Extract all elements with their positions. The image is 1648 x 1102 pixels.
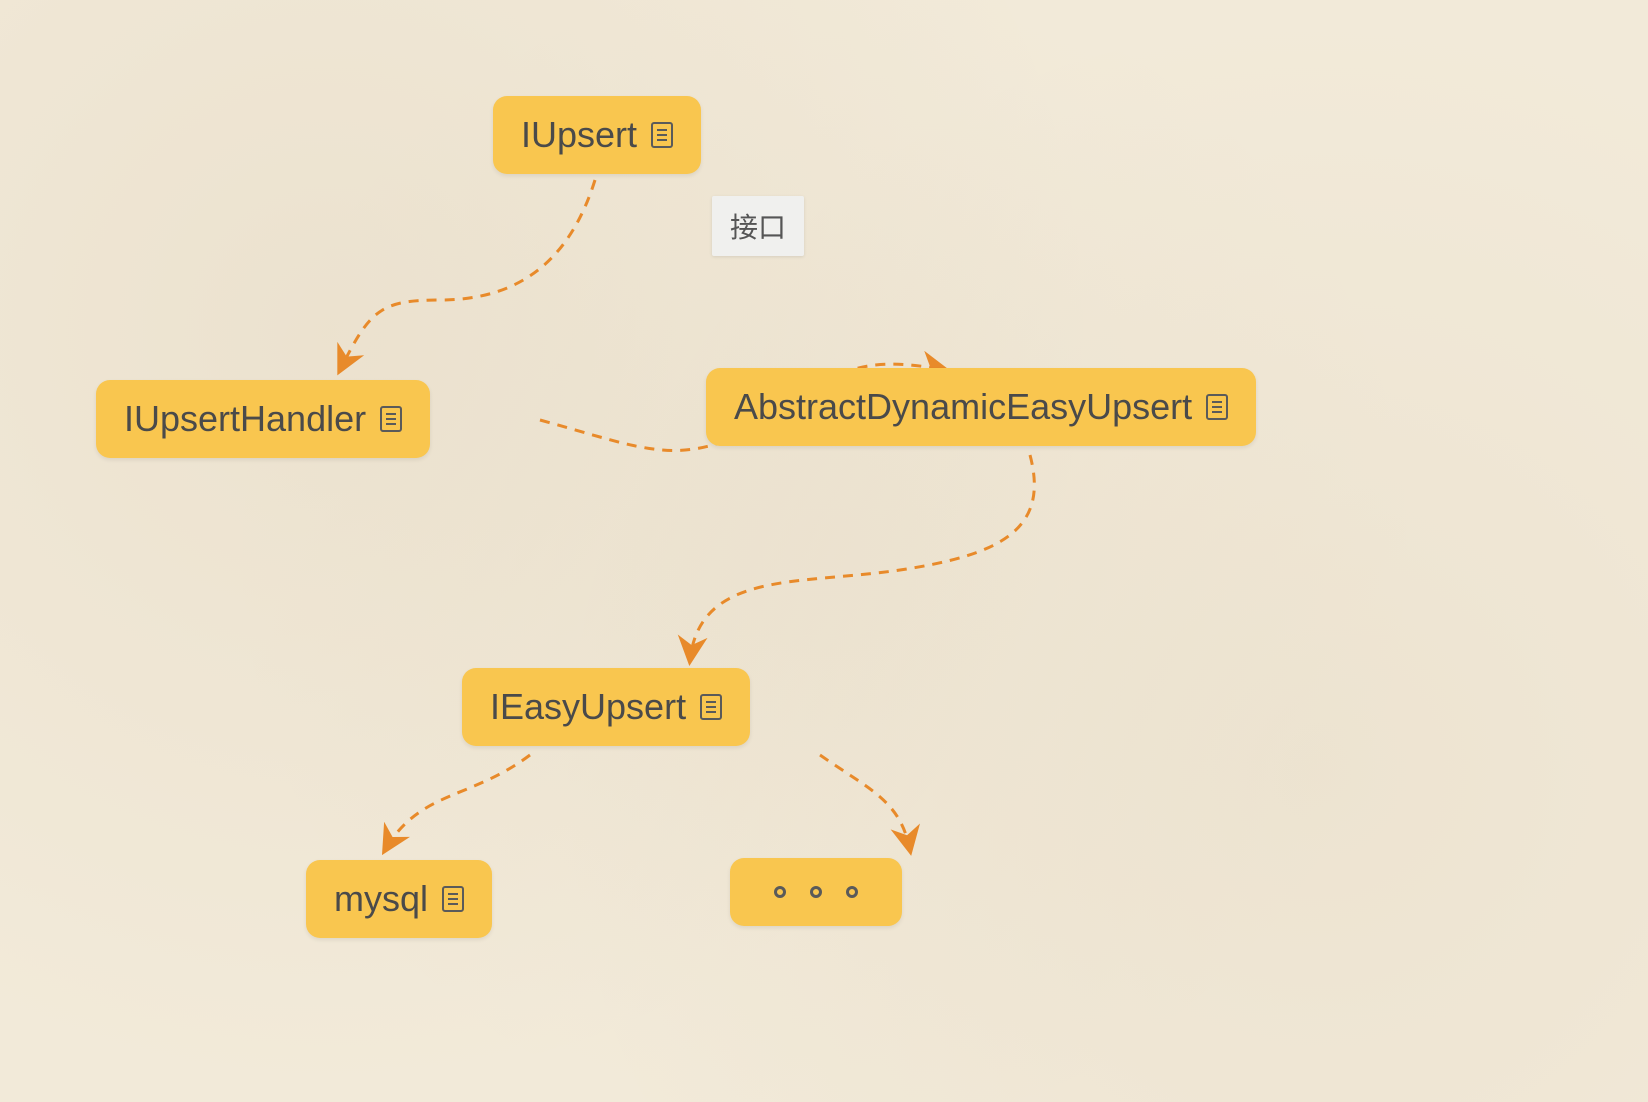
node-label: IUpsert — [521, 114, 637, 156]
arrow-iupsert-to-iupserthandler — [340, 180, 595, 370]
arrow-ieasyupsert-to-ellipsis — [820, 755, 910, 850]
node-label: mysql — [334, 878, 428, 920]
node-label: IUpsertHandler — [124, 398, 366, 440]
node-mysql[interactable]: mysql — [306, 860, 492, 938]
note-icon — [380, 406, 402, 432]
node-iupsert[interactable]: IUpsert — [493, 96, 701, 174]
node-label: AbstractDynamicEasyUpsert — [734, 386, 1192, 428]
arrows-layer — [0, 0, 1648, 1102]
ellipsis-dot — [774, 886, 786, 898]
node-abstractdynamic[interactable]: AbstractDynamicEasyUpsert — [706, 368, 1256, 446]
tooltip-text: 接口 — [730, 212, 786, 243]
ellipsis-dot — [846, 886, 858, 898]
node-iupserthandler[interactable]: IUpsertHandler — [96, 380, 430, 458]
tooltip-interface: 接口 — [712, 196, 804, 256]
note-icon — [1206, 394, 1228, 420]
ellipsis-dot — [810, 886, 822, 898]
node-ieasyupsert[interactable]: IEasyUpsert — [462, 668, 750, 746]
arrow-ieasyupsert-to-mysql — [385, 755, 530, 850]
note-icon — [651, 122, 673, 148]
note-icon — [700, 694, 722, 720]
note-icon — [442, 886, 464, 912]
node-ellipsis[interactable] — [730, 858, 902, 926]
arrow-abstract-to-ieasyupsert — [690, 455, 1034, 660]
node-label: IEasyUpsert — [490, 686, 686, 728]
diagram-canvas: IUpsert 接口 IUpsertHandler AbstractDynami… — [0, 0, 1648, 1102]
